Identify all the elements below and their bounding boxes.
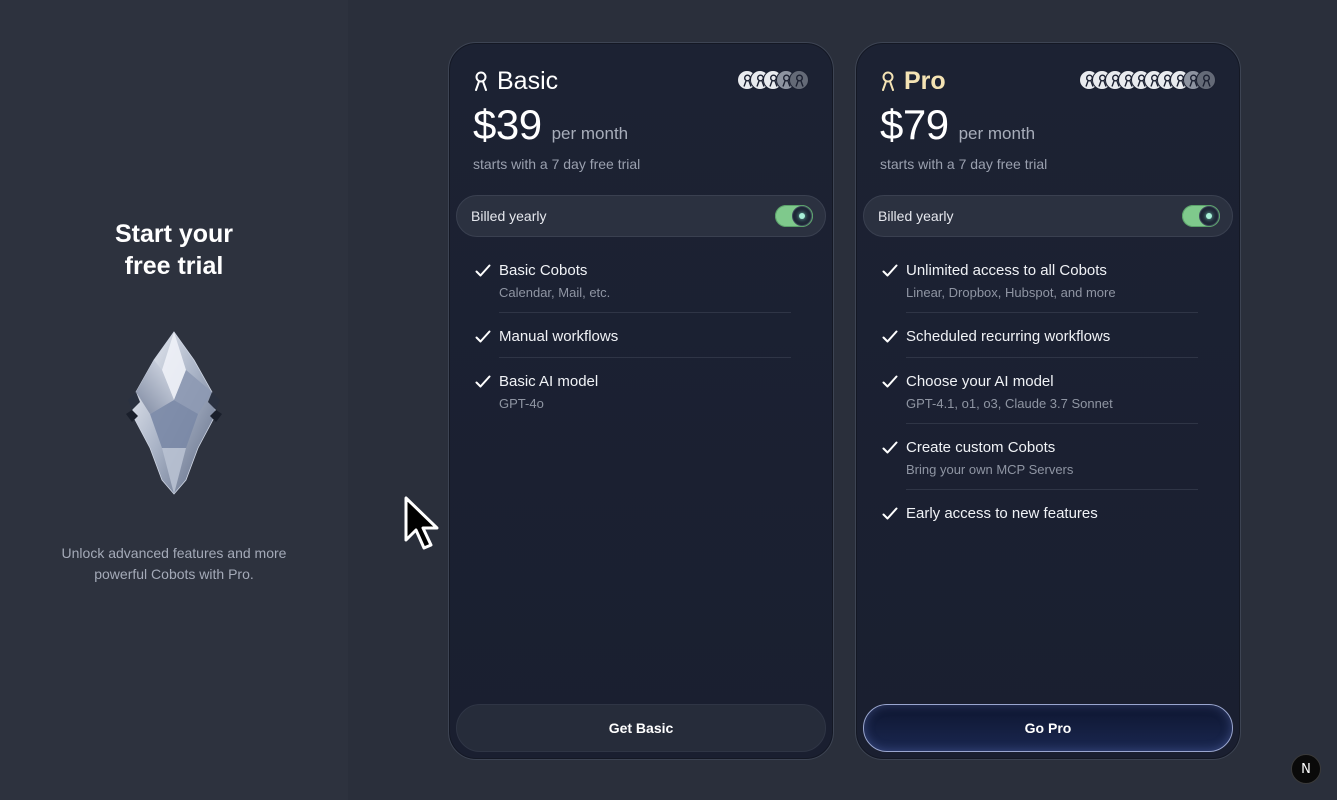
feature-item: Create custom Cobots Bring your own MCP …: [882, 438, 1198, 479]
feature-title: Create custom Cobots: [906, 439, 1056, 456]
feature-title: Basic AI model: [499, 373, 599, 390]
billing-label: Billed yearly: [878, 208, 954, 224]
price-row: $39 per month: [473, 101, 628, 149]
check-icon: [475, 330, 491, 343]
go-pro-button[interactable]: Go Pro: [863, 704, 1233, 752]
hero-title-line2: free trial: [124, 252, 224, 280]
feature-subtitle: GPT-4o: [499, 396, 544, 411]
billed-yearly-toggle[interactable]: [775, 205, 813, 227]
check-icon: [882, 330, 898, 343]
price-period: per month: [551, 124, 629, 143]
check-icon: [882, 441, 898, 454]
feature-item: Choose your AI model GPT-4.1, o1, o3, Cl…: [882, 372, 1198, 413]
billing-toggle-row[interactable]: Billed yearly: [456, 195, 826, 237]
hero-subtitle: Unlock advanced features and more powerf…: [61, 545, 287, 582]
feature-title: Scheduled recurring workflows: [906, 328, 1111, 345]
mouse-cursor-icon: [404, 496, 439, 550]
check-icon: [882, 264, 898, 277]
trial-note: starts with a 7 day free trial: [473, 156, 641, 172]
crystal-gem-icon: [126, 331, 222, 495]
person-icon: [882, 71, 894, 91]
feature-title: Basic Cobots: [499, 262, 588, 279]
check-icon: [475, 264, 491, 277]
check-icon: [882, 507, 898, 520]
avatar-icon: [1196, 70, 1216, 90]
feature-title: Choose your AI model: [906, 373, 1054, 390]
avatar-icon: [789, 70, 809, 90]
avatar-stack: [1079, 70, 1216, 92]
billing-toggle-row[interactable]: Billed yearly: [863, 195, 1233, 237]
trial-note: starts with a 7 day free trial: [880, 156, 1048, 172]
feature-subtitle: Linear, Dropbox, Hubspot, and more: [906, 285, 1116, 300]
check-icon: [882, 375, 898, 388]
hero-title: Start your free trial: [0, 218, 348, 282]
price-period: per month: [958, 124, 1036, 143]
billed-yearly-toggle[interactable]: [1182, 205, 1220, 227]
check-icon: [475, 375, 491, 388]
price: $39: [473, 101, 542, 148]
avatar-stack: [737, 70, 809, 92]
feature-list: Basic Cobots Calendar, Mail, etc. Manual…: [475, 261, 791, 413]
divider: [906, 489, 1198, 490]
billing-label: Billed yearly: [471, 208, 547, 224]
feature-title: Unlimited access to all Cobots: [906, 262, 1107, 279]
feature-item: Early access to new features: [882, 504, 1198, 524]
feature-subtitle: Bring your own MCP Servers: [906, 462, 1074, 477]
person-icon: [475, 71, 487, 91]
get-basic-button[interactable]: Get Basic: [456, 704, 826, 752]
price-row: $79 per month: [880, 101, 1035, 149]
n-badge-button[interactable]: N: [1291, 754, 1321, 784]
plan-header: Pro: [880, 67, 946, 95]
feature-item: Scheduled recurring workflows: [882, 327, 1198, 347]
divider: [499, 357, 791, 358]
toggle-knob: [792, 206, 812, 226]
divider: [906, 357, 1198, 358]
plan-card-pro: Pro $79 per month starts with a 7 day fr…: [855, 42, 1241, 760]
feature-subtitle: Calendar, Mail, etc.: [499, 285, 611, 300]
divider: [906, 312, 1198, 313]
feature-subtitle: GPT-4.1, o1, o3, Claude 3.7 Sonnet: [906, 396, 1113, 411]
toggle-knob: [1199, 206, 1219, 226]
plan-name: Basic: [497, 66, 559, 95]
feature-title: Early access to new features: [906, 505, 1098, 522]
hero-title-line1: Start your: [114, 220, 234, 248]
plan-name: Pro: [904, 66, 946, 95]
feature-item: Manual workflows: [475, 327, 791, 347]
feature-item: Unlimited access to all Cobots Linear, D…: [882, 261, 1198, 302]
divider: [499, 312, 791, 313]
feature-item: Basic AI model GPT-4o: [475, 372, 791, 413]
feature-list: Unlimited access to all Cobots Linear, D…: [882, 261, 1198, 524]
divider: [906, 423, 1198, 424]
feature-item: Basic Cobots Calendar, Mail, etc.: [475, 261, 791, 302]
plan-header: Basic: [473, 67, 558, 95]
price: $79: [880, 101, 949, 148]
plan-card-basic: Basic $39 per month starts with a 7 day …: [448, 42, 834, 760]
feature-title: Manual workflows: [499, 328, 619, 345]
